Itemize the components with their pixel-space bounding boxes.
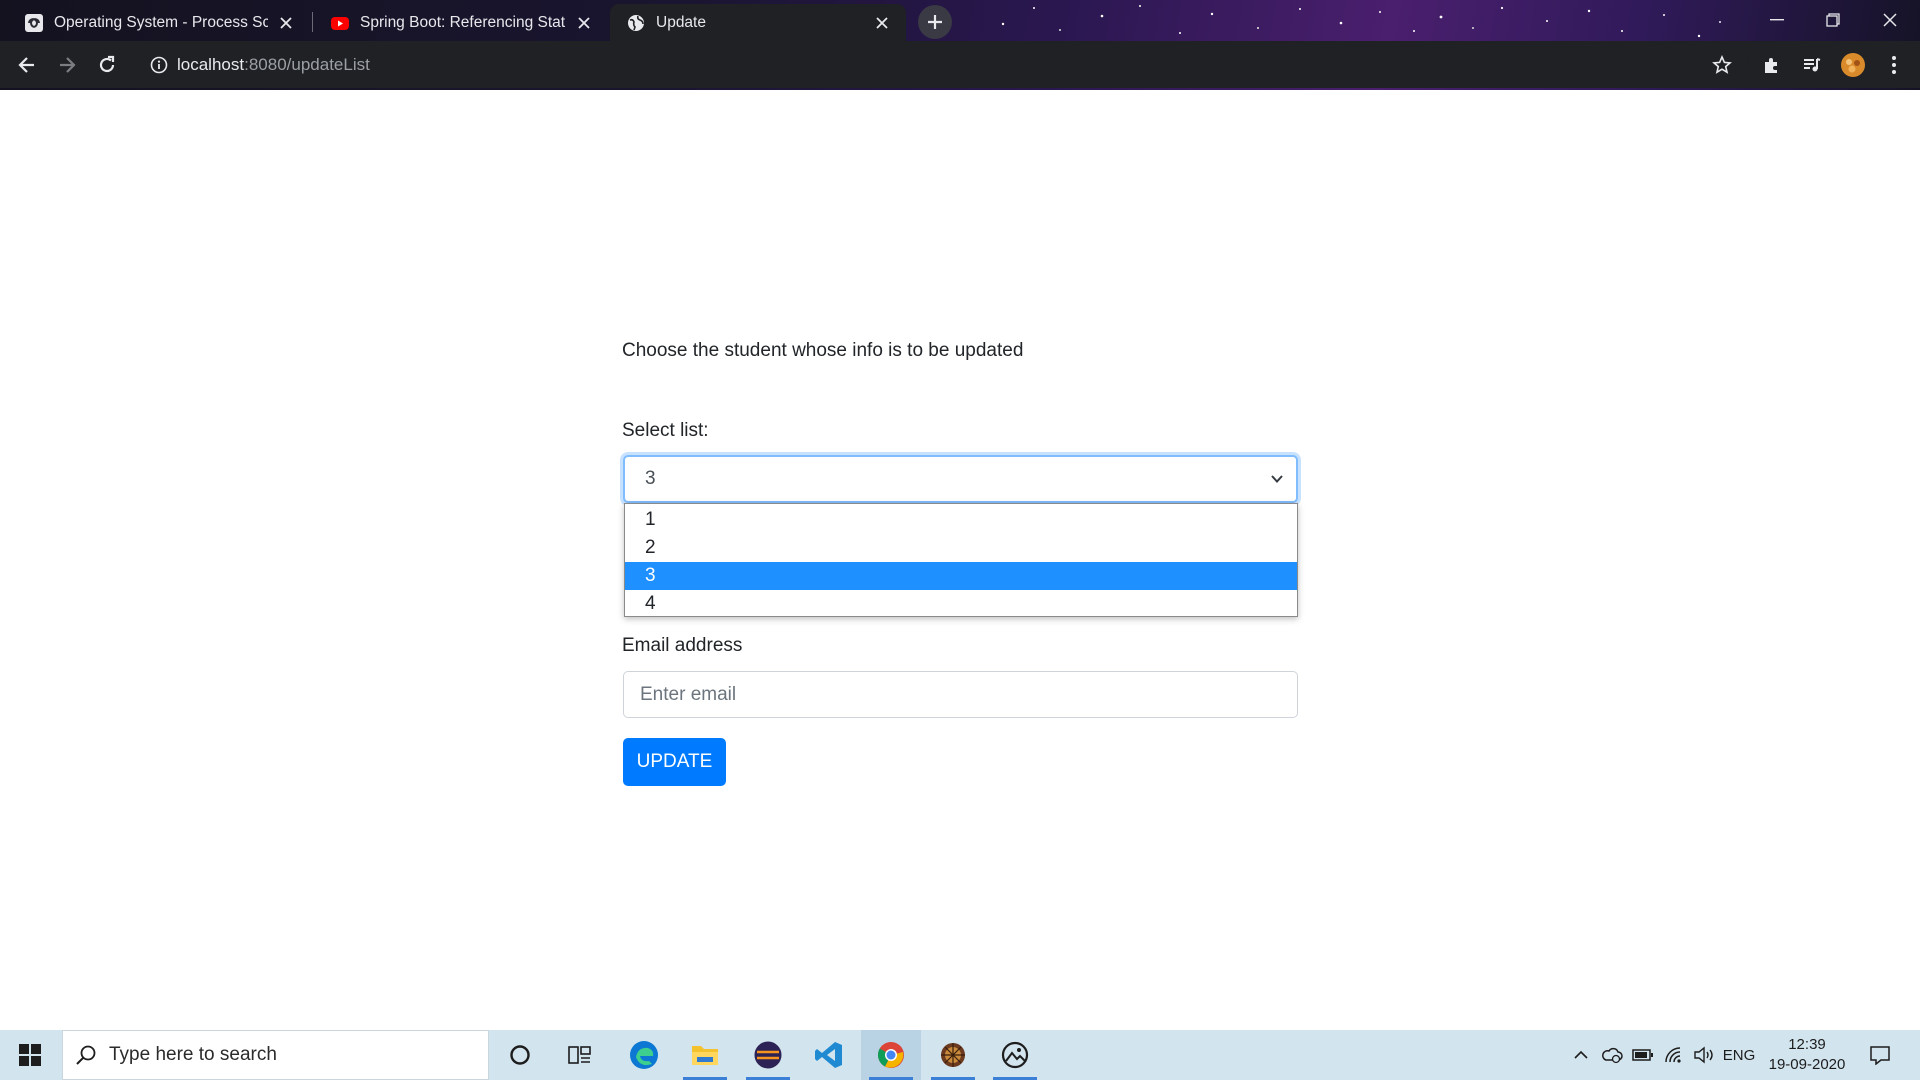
close-tab-icon[interactable]	[872, 13, 892, 33]
tab-operating-system[interactable]: Operating System - Process Sche	[8, 4, 310, 41]
update-button[interactable]: UPDATE	[623, 738, 726, 786]
tab-title: Update	[656, 13, 706, 31]
windows-taskbar: Type here to search ENG 12:39 19-09-2020	[0, 1030, 1920, 1080]
chevron-down-icon	[1268, 470, 1286, 488]
select-current-value: 3	[645, 468, 656, 489]
web-page: Choose the student whose info is to be u…	[0, 90, 1920, 1030]
tab-title: Operating System - Process Sche	[54, 13, 268, 31]
app-badge-icon	[941, 1043, 965, 1067]
forward-button[interactable]	[49, 47, 85, 83]
browser-chrome: Operating System - Process Sche Spring B…	[0, 0, 1920, 90]
student-select[interactable]: 3	[623, 455, 1298, 503]
select-option-1[interactable]: 1	[625, 506, 1297, 534]
battery-icon	[1632, 1049, 1653, 1061]
select-option-2[interactable]: 2	[625, 534, 1297, 562]
back-button[interactable]	[9, 47, 45, 83]
chevron-up-icon	[1574, 1050, 1588, 1059]
search-placeholder: Type here to search	[109, 1044, 277, 1065]
close-window-button[interactable]	[1862, 0, 1918, 40]
task-view-icon	[568, 1046, 591, 1064]
email-label: Email address	[622, 635, 743, 656]
restore-icon	[1826, 13, 1840, 27]
tray-volume[interactable]	[1690, 1030, 1718, 1080]
select-option-4[interactable]: 4	[625, 590, 1297, 618]
notification-icon	[1870, 1046, 1890, 1065]
edge-icon	[630, 1041, 658, 1069]
reload-button[interactable]	[89, 47, 125, 83]
select-list-label: Select list:	[622, 420, 709, 441]
taskbar-chrome[interactable]	[861, 1030, 921, 1080]
puzzle-icon	[1765, 58, 1777, 73]
bookmark-star-button[interactable]	[1704, 47, 1740, 83]
tray-language[interactable]: ENG	[1722, 1030, 1756, 1080]
globe-icon	[626, 13, 646, 33]
taskbar-search-box[interactable]: Type here to search	[62, 1030, 489, 1080]
tray-battery[interactable]	[1629, 1030, 1657, 1080]
taskbar-edge[interactable]	[614, 1030, 674, 1080]
tab-update[interactable]: Update	[610, 4, 906, 41]
close-icon	[1883, 13, 1897, 27]
email-input[interactable]	[623, 671, 1298, 718]
cortana-icon	[510, 1045, 530, 1065]
new-tab-button[interactable]	[918, 5, 952, 39]
page-heading: Choose the student whose info is to be u…	[622, 340, 1024, 361]
tray-wifi[interactable]	[1660, 1030, 1688, 1080]
minimize-icon	[1770, 19, 1784, 21]
profile-avatar[interactable]	[1835, 47, 1871, 83]
action-center-button[interactable]	[1860, 1030, 1900, 1080]
media-controls-button[interactable]	[1794, 47, 1830, 83]
search-icon	[63, 1044, 109, 1066]
vscode-icon	[815, 1042, 842, 1068]
restore-button[interactable]	[1805, 0, 1861, 40]
tray-overflow-button[interactable]	[1568, 1030, 1594, 1080]
close-tab-icon[interactable]	[574, 13, 594, 33]
clock-date: 19-09-2020	[1768, 1056, 1846, 1073]
taskbar-eclipse[interactable]	[738, 1030, 798, 1080]
arrow-right-icon	[60, 57, 76, 73]
playlist-icon	[1804, 58, 1821, 72]
cortana-button[interactable]	[490, 1030, 550, 1080]
youtube-favicon-icon	[330, 13, 350, 33]
speaker-icon	[1694, 1046, 1713, 1064]
taskbar-vscode[interactable]	[799, 1030, 859, 1080]
star-icon	[1712, 55, 1732, 74]
select-option-3[interactable]: 3	[625, 562, 1297, 590]
plus-icon	[928, 15, 942, 29]
cloud-sync-icon	[1602, 1047, 1623, 1064]
photos-icon	[1001, 1041, 1029, 1069]
tab-title: Spring Boot: Referencing Static C	[360, 13, 566, 31]
windows-logo-icon	[19, 1044, 41, 1066]
start-button[interactable]	[0, 1030, 60, 1080]
taskbar-clock[interactable]: 12:39 19-09-2020	[1762, 1035, 1852, 1075]
tab-strip: Operating System - Process Sche Spring B…	[0, 0, 1920, 41]
taskbar-file-explorer[interactable]	[675, 1030, 735, 1080]
url-path: :8080/updateList	[244, 54, 370, 74]
tab-spring-boot[interactable]: Spring Boot: Referencing Static C	[314, 4, 608, 41]
close-tab-icon[interactable]	[276, 13, 296, 33]
kebab-menu-icon	[1892, 56, 1896, 74]
folder-icon	[692, 1046, 718, 1065]
select-dropdown-list: 1 2 3 4	[624, 503, 1298, 617]
task-view-button[interactable]	[550, 1030, 610, 1080]
browser-toolbar: localhost:8080/updateList	[0, 41, 1920, 88]
minimize-button[interactable]	[1749, 0, 1805, 40]
extensions-button[interactable]	[1754, 47, 1790, 83]
chrome-icon	[877, 1042, 904, 1068]
taskbar-app-mysql[interactable]	[923, 1030, 983, 1080]
arrow-left-icon	[18, 57, 34, 73]
eclipse-icon	[754, 1041, 782, 1069]
url-host: localhost	[177, 54, 245, 74]
site-info-icon[interactable]	[141, 47, 177, 83]
avatar-icon	[1841, 53, 1865, 77]
reload-icon	[99, 55, 115, 73]
wifi-icon	[1665, 1047, 1681, 1063]
geeksforgeeks-favicon-icon	[24, 13, 44, 33]
address-bar[interactable]: localhost:8080/updateList	[137, 46, 1749, 83]
taskbar-photos[interactable]	[985, 1030, 1045, 1080]
clock-time: 12:39	[1788, 1036, 1826, 1053]
tray-onedrive[interactable]	[1598, 1030, 1626, 1080]
browser-menu-button[interactable]	[1876, 47, 1912, 83]
tab-separator	[312, 12, 313, 32]
